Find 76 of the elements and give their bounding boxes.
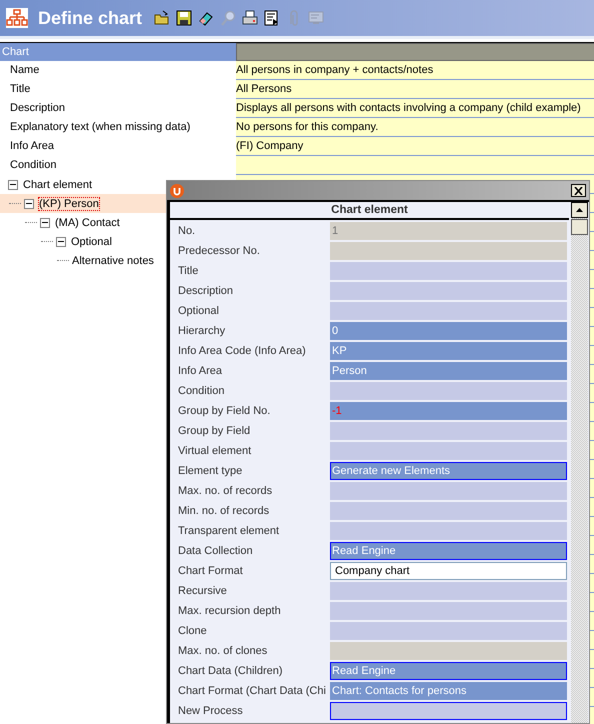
input-field[interactable]: [330, 522, 567, 540]
property-value[interactable]: No persons for this company.: [236, 118, 594, 137]
field-label: Data Collection: [178, 545, 254, 557]
field-label: Min. no. of records: [178, 505, 270, 517]
close-icon: [574, 186, 583, 194]
input-field[interactable]: [330, 382, 567, 400]
close-button[interactable]: [571, 184, 586, 197]
property-value[interactable]: [236, 156, 594, 175]
input-field[interactable]: [330, 642, 567, 660]
field-label: Clone: [178, 625, 208, 637]
tree-item[interactable]: Chart element: [0, 175, 166, 194]
field-label: Chart Format: [178, 565, 244, 577]
input-field[interactable]: [330, 422, 567, 440]
field-label: Element type: [178, 465, 244, 477]
input-field[interactable]: [330, 602, 567, 620]
input-field[interactable]: [330, 262, 567, 280]
field-label: Group by Field No.: [178, 405, 272, 417]
field-label: Predecessor No.: [178, 245, 261, 257]
property-label: Explanatory text (when missing data): [9, 120, 192, 135]
window-title: Define chart: [38, 8, 142, 28]
field-label: Hierarchy: [178, 325, 226, 337]
field-label: Group by Field: [178, 425, 252, 437]
app-logo-icon: [170, 184, 184, 198]
input-field[interactable]: [330, 482, 567, 500]
input-field[interactable]: [330, 622, 567, 640]
field-label: Title: [178, 265, 200, 277]
collapse-icon[interactable]: [24, 198, 34, 208]
field-label: Transparent element: [178, 525, 280, 537]
input-field[interactable]: [330, 702, 567, 720]
scroll-up-icon: [576, 208, 583, 212]
input-field[interactable]: [330, 242, 567, 260]
tree-item[interactable]: Alternative notes: [0, 251, 166, 270]
property-value[interactable]: (FI) Company: [236, 137, 594, 156]
input-field[interactable]: Company chart: [330, 562, 567, 580]
field-label: Chart Format (Chart Data (Chi: [178, 685, 327, 697]
printer-icon[interactable]: [242, 10, 258, 26]
eraser-icon[interactable]: [198, 10, 214, 26]
scroll-thumb[interactable]: [571, 219, 588, 235]
field-label: Max. no. of clones: [178, 645, 268, 657]
input-field[interactable]: [330, 442, 567, 460]
input-field[interactable]: [330, 582, 567, 600]
collapse-icon[interactable]: [40, 218, 50, 228]
field-label: Condition: [178, 385, 226, 397]
input-field[interactable]: [330, 282, 567, 300]
field-label: Max. recursion depth: [178, 605, 282, 617]
folder-icon[interactable]: [154, 10, 170, 26]
collapse-icon[interactable]: [56, 236, 66, 246]
field-label: Virtual element: [178, 445, 252, 457]
field-label: No.: [178, 225, 196, 237]
tree-item[interactable]: (KP) Person: [0, 194, 166, 213]
field-label: Chart Data (Children): [178, 665, 284, 677]
property-label: Title: [9, 82, 32, 97]
property-label: Condition: [9, 158, 58, 173]
tree-item[interactable]: (MA) Contact: [0, 213, 166, 232]
property-value[interactable]: All Persons: [236, 80, 594, 99]
dialog-heading: Chart element: [170, 202, 569, 220]
property-label: Name: [9, 63, 40, 78]
input-field[interactable]: [330, 502, 567, 520]
property-value[interactable]: All persons in company + contacts/notes: [236, 61, 594, 80]
section-header: Chart: [0, 43, 236, 61]
field-label: New Process: [178, 705, 244, 717]
field-label: Info Area Code (Info Area): [178, 345, 307, 357]
field-label: Description: [178, 285, 234, 297]
chart-logo-icon: [6, 8, 28, 28]
field-label: Info Area: [178, 365, 224, 377]
tree-item[interactable]: Optional: [0, 232, 166, 251]
scroll-up-button[interactable]: [571, 202, 588, 218]
property-value[interactable]: Displays all persons with contacts involving a company (child example): [236, 99, 594, 118]
field-label: Recursive: [178, 585, 228, 597]
scrollbar[interactable]: [571, 202, 588, 723]
field-label: Max. no. of records: [178, 485, 274, 497]
collapse-icon[interactable]: [8, 180, 18, 190]
property-label: Info Area: [9, 139, 56, 154]
input-field[interactable]: [330, 302, 567, 320]
property-label: Description: [9, 101, 66, 116]
field-label: Optional: [178, 305, 220, 317]
